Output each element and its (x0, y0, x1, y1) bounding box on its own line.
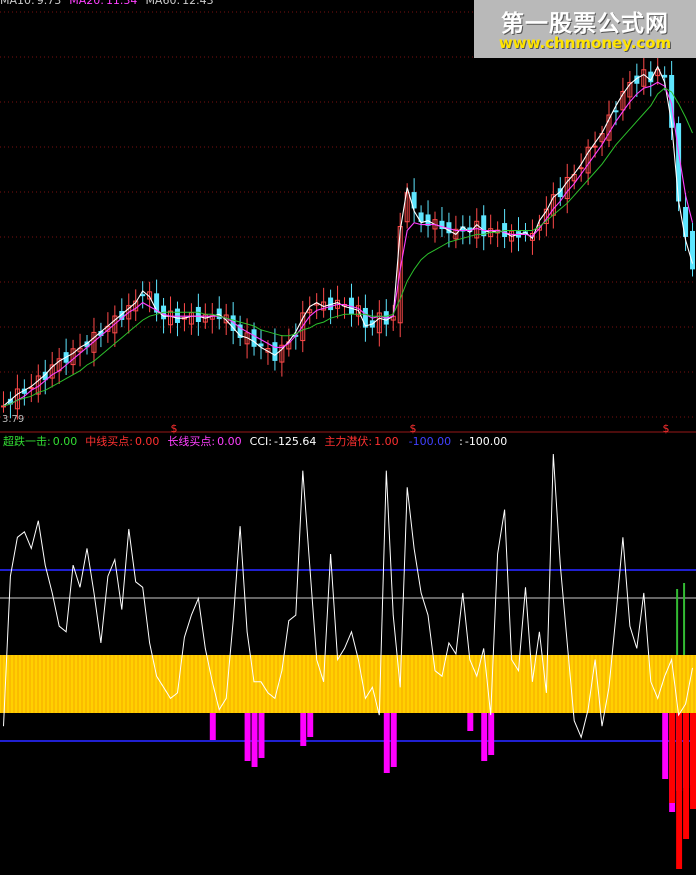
indicator-legend-label: 主力潜伏: (324, 435, 373, 448)
magenta-bar (300, 713, 307, 746)
ma-legend-value: 9.73 (36, 0, 62, 7)
ma-line-ma10 (3, 65, 694, 407)
candle-body (251, 329, 257, 347)
magenta-bar (390, 713, 397, 767)
ma-legend-label: MA60: (145, 0, 181, 7)
magenta-bar (251, 713, 258, 767)
ma-legend-label: MA20: (69, 0, 104, 7)
ma-legend-value: 12.43 (182, 0, 214, 7)
candle-body (613, 110, 619, 113)
indicator-legend-label: 中线买点: (85, 435, 133, 448)
magenta-bar (209, 713, 216, 740)
magenta-bar (481, 713, 488, 761)
ma-legend-value: 11.34 (105, 0, 138, 7)
red-bar (690, 713, 696, 809)
candle-body (578, 167, 584, 170)
candle-body (272, 342, 278, 361)
ma-line-ma20 (3, 81, 694, 407)
red-bar (683, 713, 690, 839)
magenta-bar (488, 713, 495, 755)
price-legend: MA10: 9.73 MA20: 11.34 MA60: 12.43 (0, 0, 222, 7)
magenta-bar (307, 713, 314, 737)
buy-signal-marker: $ (663, 422, 670, 435)
ma-line-ma60 (3, 87, 693, 407)
magenta-bar (258, 713, 265, 758)
indicator-legend-label: 超跌一击: (3, 435, 51, 448)
indicator-legend-value: 0.00 (217, 435, 242, 448)
candle-body (592, 145, 598, 148)
indicator-legend: 超跌一击: 0.00 中线买点: 0.00 长线买点: 0.00 CCI: -125.64 主力… (3, 435, 515, 448)
indicator-legend-value: -125.64 (273, 435, 317, 448)
red-bar (676, 713, 683, 869)
candle-body (662, 74, 668, 78)
indicator-legend-value: -100.00 (408, 435, 452, 448)
magenta-bar (383, 713, 390, 773)
green-bar (676, 589, 679, 655)
indicator-legend-value: 1.00 (374, 435, 399, 448)
indicator-legend-value: -100.00 (464, 435, 508, 448)
ma-legend-label: MA10: (0, 0, 35, 7)
indicator-legend-label: 长线买点: (167, 435, 216, 448)
magenta-bar (467, 713, 474, 731)
watermark-title: 第一股票公式网 (501, 11, 669, 37)
green-bar (683, 583, 686, 655)
buy-signal-marker: $ (410, 422, 417, 435)
red-bar (669, 713, 676, 803)
buy-signal-marker: $ (171, 422, 178, 435)
indicator-legend-label: CCI: (249, 435, 272, 448)
candle-body (481, 215, 487, 237)
magenta-bar (662, 713, 669, 779)
candle-body (195, 306, 201, 322)
magenta-bar (244, 713, 251, 761)
indicator-legend-value: 0.00 (52, 435, 78, 448)
candle-body (140, 294, 146, 297)
price-low-label: 3.79 (2, 414, 25, 425)
indicator-legend-label: : (459, 435, 463, 448)
candle-body (362, 307, 368, 328)
watermark-url: www.chnmoney.com (498, 34, 672, 52)
watermark-logo: 第一股票公式网 www.chnmoney.com (474, 0, 696, 58)
indicator-legend-value: 0.00 (134, 435, 160, 448)
